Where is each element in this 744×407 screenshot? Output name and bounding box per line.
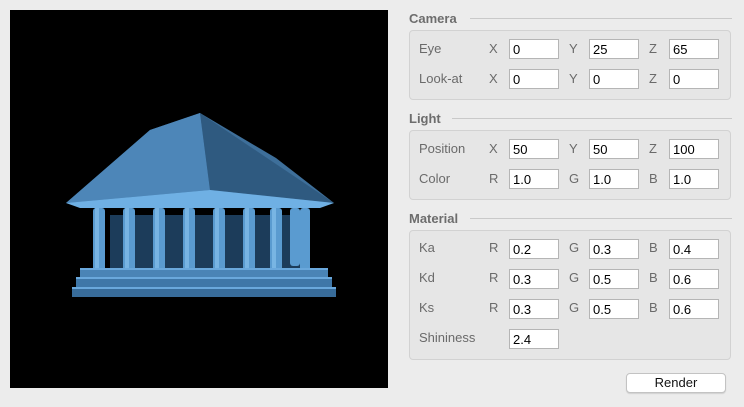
- kd-b-axis-label: B: [649, 270, 658, 285]
- look-at-y-axis-label: Y: [569, 71, 578, 86]
- camera-section-title: Camera: [409, 11, 457, 26]
- kd-g-axis-label: G: [569, 270, 580, 285]
- ks-g-field[interactable]: 0.5: [589, 299, 639, 319]
- look-at-z-field[interactable]: 0: [669, 69, 719, 89]
- ka-b-field[interactable]: 0.4: [669, 239, 719, 259]
- position-x-axis-label: X: [489, 141, 498, 156]
- eye-x-axis-label: X: [489, 41, 498, 56]
- kd-label: Kd: [419, 270, 435, 285]
- ka-r-field[interactable]: 0.2: [509, 239, 559, 259]
- color-label: Color: [419, 171, 451, 186]
- color-b-axis-label: B: [649, 171, 658, 186]
- position-y-field[interactable]: 50: [589, 139, 639, 159]
- eye-z-axis-label: Z: [649, 41, 657, 56]
- camera-divider: [470, 18, 732, 19]
- color-r-field[interactable]: 1.0: [509, 169, 559, 189]
- render-button[interactable]: Render: [626, 373, 726, 393]
- ks-b-field[interactable]: 0.6: [669, 299, 719, 319]
- position-y-axis-label: Y: [569, 141, 578, 156]
- look-at-x-field[interactable]: 0: [509, 69, 559, 89]
- kd-r-axis-label: R: [489, 270, 499, 285]
- ka-g-field[interactable]: 0.3: [589, 239, 639, 259]
- color-b-field[interactable]: 1.0: [669, 169, 719, 189]
- material-section-title: Material: [409, 211, 459, 226]
- color-g-field[interactable]: 1.0: [589, 169, 639, 189]
- position-label: Position: [419, 141, 466, 156]
- eye-label: Eye: [419, 41, 442, 56]
- ks-b-axis-label: B: [649, 300, 658, 315]
- look-at-label: Look-at: [419, 71, 463, 86]
- material-divider: [470, 218, 732, 219]
- look-at-z-axis-label: Z: [649, 71, 657, 86]
- render-viewport: [10, 10, 388, 388]
- ks-r-axis-label: R: [489, 300, 499, 315]
- position-z-axis-label: Z: [649, 141, 657, 156]
- kd-r-field[interactable]: 0.3: [509, 269, 559, 289]
- temple-model-image: [66, 113, 336, 297]
- position-x-field[interactable]: 50: [509, 139, 559, 159]
- ks-g-axis-label: G: [569, 300, 580, 315]
- look-at-x-axis-label: X: [489, 71, 498, 86]
- position-z-field[interactable]: 100: [669, 139, 719, 159]
- ka-r-axis-label: R: [489, 240, 499, 255]
- color-g-axis-label: G: [569, 171, 580, 186]
- eye-y-field[interactable]: 25: [589, 39, 639, 59]
- eye-x-field[interactable]: 0: [509, 39, 559, 59]
- eye-y-axis-label: Y: [569, 41, 578, 56]
- ks-r-field[interactable]: 0.3: [509, 299, 559, 319]
- ks-label: Ks: [419, 300, 435, 315]
- color-r-axis-label: R: [489, 171, 499, 186]
- eye-z-field[interactable]: 65: [669, 39, 719, 59]
- shininess-field[interactable]: 2.4: [509, 329, 559, 349]
- light-section-title: Light: [409, 111, 441, 126]
- look-at-y-field[interactable]: 0: [589, 69, 639, 89]
- light-divider: [452, 118, 732, 119]
- kd-g-field[interactable]: 0.5: [589, 269, 639, 289]
- shininess-label: Shininess: [419, 330, 476, 345]
- ka-label: Ka: [419, 240, 435, 255]
- kd-b-field[interactable]: 0.6: [669, 269, 719, 289]
- ka-g-axis-label: G: [569, 240, 580, 255]
- ka-b-axis-label: B: [649, 240, 658, 255]
